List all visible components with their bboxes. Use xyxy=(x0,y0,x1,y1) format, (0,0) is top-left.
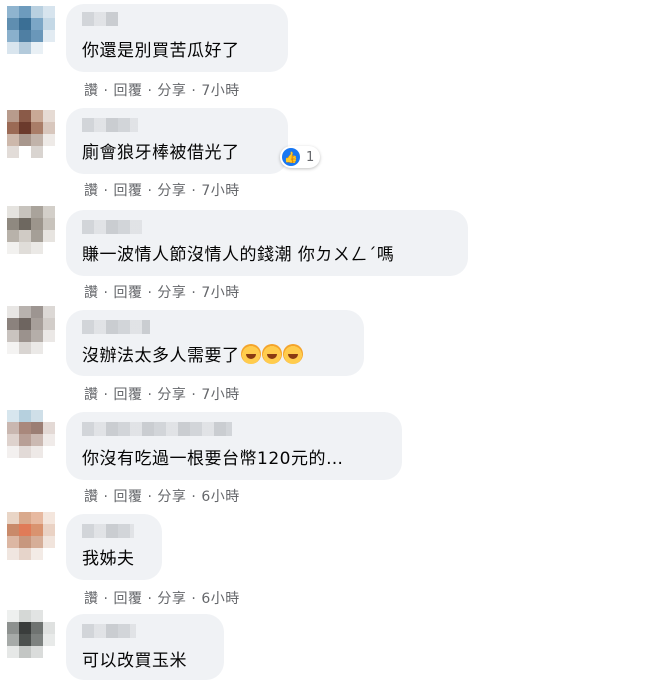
timestamp[interactable]: 7小時 xyxy=(201,384,239,404)
timestamp[interactable]: 7小時 xyxy=(201,180,239,200)
like-reaction-icon: 👍 xyxy=(282,148,300,166)
comment-text: 廁會狼牙棒被借光了 xyxy=(82,143,240,163)
reaction-count[interactable]: 👍 1 xyxy=(280,146,321,168)
like-link[interactable]: 讚 xyxy=(84,588,99,608)
rolling-laughing-icon xyxy=(282,344,303,364)
commenter-name-blurred[interactable] xyxy=(82,624,136,638)
comment-text: 可以改買玉米 xyxy=(82,651,187,671)
timestamp[interactable]: 6小時 xyxy=(201,486,239,506)
like-link[interactable]: 讚 xyxy=(84,486,99,506)
comment-text: 賺一波情人節沒情人的錢潮 你ㄉㄨㄥˊ嗎 xyxy=(82,245,395,265)
reply-link[interactable]: 回覆 xyxy=(113,486,142,506)
rolling-laughing-icon xyxy=(240,344,261,364)
commenter-name-blurred[interactable] xyxy=(82,118,138,132)
comment-bubble: 可以改買玉米 xyxy=(66,614,224,680)
like-link[interactable]: 讚 xyxy=(84,384,99,404)
commenter-name-blurred[interactable] xyxy=(82,422,232,436)
reply-link[interactable]: 回覆 xyxy=(113,588,142,608)
share-link[interactable]: 分享 xyxy=(157,282,186,302)
comment-bubble: 你還是別買苦瓜好了 xyxy=(66,4,288,72)
commenter-name-blurred[interactable] xyxy=(82,320,150,334)
avatar[interactable] xyxy=(7,610,55,658)
share-link[interactable]: 分享 xyxy=(157,80,186,100)
comment-bubble: 你沒有吃過一根要台幣120元的… xyxy=(66,412,402,480)
comment-actions: 讚 · 回覆 · 分享 · 6小時 xyxy=(84,486,240,506)
reply-link[interactable]: 回覆 xyxy=(113,180,142,200)
like-link[interactable]: 讚 xyxy=(84,80,99,100)
like-link[interactable]: 讚 xyxy=(84,180,99,200)
comment-actions: 讚 · 回覆 · 分享 · 7小時 xyxy=(84,282,240,302)
share-link[interactable]: 分享 xyxy=(157,180,186,200)
commenter-name-blurred[interactable] xyxy=(82,12,118,26)
comment-text: 沒辦法太多人需要了 xyxy=(82,344,303,367)
comment-bubble: 廁會狼牙棒被借光了 xyxy=(66,108,288,174)
rolling-laughing-icon xyxy=(261,344,282,364)
comment-text: 你還是別買苦瓜好了 xyxy=(82,41,240,61)
comment-bubble: 沒辦法太多人需要了 xyxy=(66,310,364,376)
reply-link[interactable]: 回覆 xyxy=(113,80,142,100)
avatar[interactable] xyxy=(7,512,55,560)
commenter-name-blurred[interactable] xyxy=(82,524,134,538)
comment-bubble: 賺一波情人節沒情人的錢潮 你ㄉㄨㄥˊ嗎 xyxy=(66,210,468,276)
comment-text: 你沒有吃過一根要台幣120元的… xyxy=(82,449,344,469)
comment-actions: 讚 · 回覆 · 分享 · 7小時 xyxy=(84,180,240,200)
commenter-name-blurred[interactable] xyxy=(82,220,142,234)
avatar[interactable] xyxy=(7,306,55,354)
timestamp[interactable]: 7小時 xyxy=(201,282,239,302)
reaction-count-number: 1 xyxy=(306,149,315,165)
comment-actions: 讚 · 回覆 · 分享 · 6小時 xyxy=(84,588,240,608)
avatar[interactable] xyxy=(7,410,55,458)
comment-text: 沒辦法太多人需要了 xyxy=(82,346,240,366)
avatar[interactable] xyxy=(7,6,55,54)
like-link[interactable]: 讚 xyxy=(84,282,99,302)
timestamp[interactable]: 6小時 xyxy=(201,588,239,608)
share-link[interactable]: 分享 xyxy=(157,486,186,506)
share-link[interactable]: 分享 xyxy=(157,588,186,608)
timestamp[interactable]: 7小時 xyxy=(201,80,239,100)
reply-link[interactable]: 回覆 xyxy=(113,384,142,404)
avatar[interactable] xyxy=(7,206,55,254)
reply-link[interactable]: 回覆 xyxy=(113,282,142,302)
avatar[interactable] xyxy=(7,110,55,158)
comment-bubble: 我姊夫 xyxy=(66,514,162,580)
comment-text: 我姊夫 xyxy=(82,549,135,569)
comment-actions: 讚 · 回覆 · 分享 · 7小時 xyxy=(84,384,240,404)
share-link[interactable]: 分享 xyxy=(157,384,186,404)
comment-actions: 讚 · 回覆 · 分享 · 7小時 xyxy=(84,80,240,100)
